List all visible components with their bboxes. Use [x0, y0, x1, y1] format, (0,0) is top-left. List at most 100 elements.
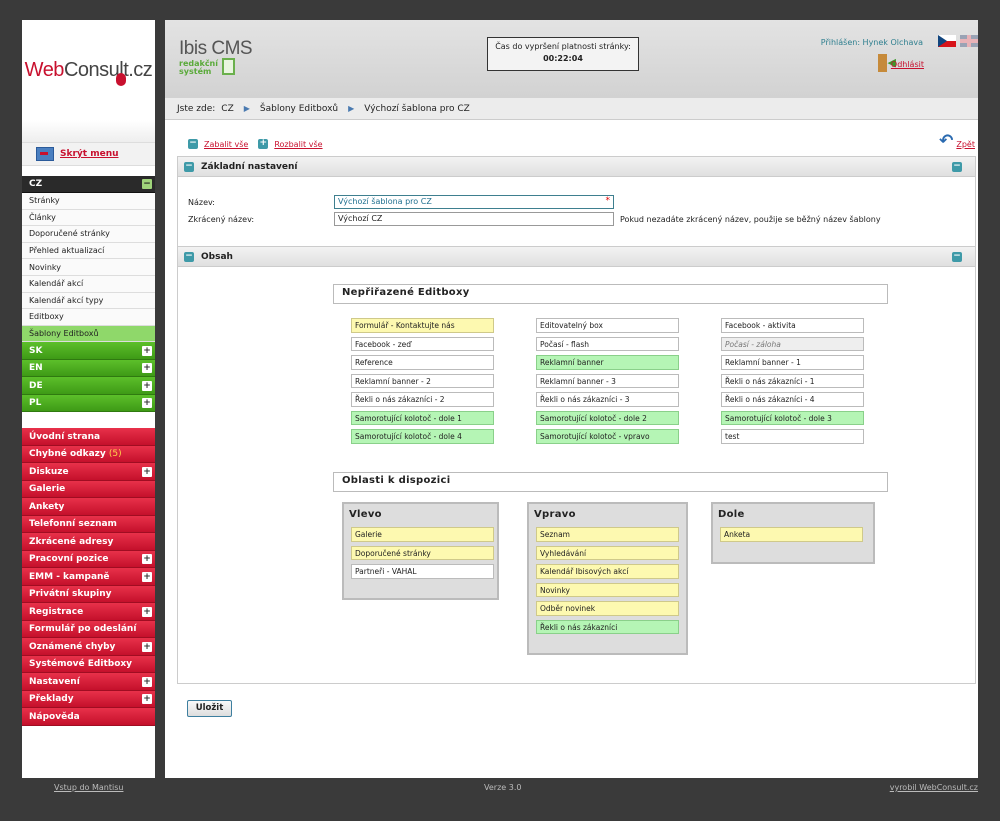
collapse-icon[interactable]: − — [952, 161, 962, 172]
sidebar-item[interactable]: Stránky — [22, 193, 155, 210]
editbox-item[interactable]: Editovatelný box — [536, 318, 679, 333]
collapse-icon[interactable]: − — [184, 161, 194, 172]
sidebar-item[interactable]: Nastavení + — [22, 673, 155, 691]
area-editbox-item[interactable]: Odběr novinek — [536, 601, 679, 616]
editbox-item[interactable]: Facebook - zeď — [351, 336, 494, 351]
expand-icon[interactable]: + — [142, 398, 152, 409]
sidebar-item[interactable]: Šablony Editboxů — [22, 325, 155, 343]
editbox-item[interactable]: Samorotující kolotoč - dole 2 — [536, 410, 679, 425]
door-icon[interactable] — [878, 54, 887, 72]
expand-icon[interactable]: + — [142, 641, 152, 652]
collapse-icon[interactable]: − — [184, 251, 194, 262]
area-editbox-item[interactable]: Novinky — [536, 582, 679, 597]
sidebar-item[interactable]: Privátní skupiny — [22, 585, 155, 604]
expand-icon[interactable]: + — [142, 466, 152, 477]
area-editbox-item[interactable]: Seznam — [536, 527, 679, 542]
editbox-item[interactable]: Samorotující kolotoč - dole 4 — [351, 429, 494, 444]
author-link[interactable]: vyrobil WebConsult.cz — [890, 783, 978, 792]
sidebar-item[interactable]: Telefonní seznam — [22, 515, 155, 534]
expand-icon[interactable]: + — [142, 380, 152, 391]
collapse-all-link[interactable]: Zabalit vše — [204, 140, 248, 149]
editbox-item[interactable]: test — [721, 429, 864, 444]
short-name-field[interactable]: Výchozí CZ — [334, 212, 614, 226]
editbox-item[interactable]: Reklamní banner - 2 — [351, 373, 494, 388]
editbox-item[interactable]: Samorotující kolotoč - vpravo — [536, 429, 679, 444]
editbox-item[interactable]: Řekli o nás zákazníci - 2 — [351, 392, 494, 407]
area-1: Vpravo Seznam Vyhledávání Kalendář Ibisovýc… — [527, 502, 688, 655]
breadcrumb-item[interactable]: Šablony Editboxů — [260, 104, 338, 114]
sidebar-lang[interactable]: EN + — [22, 359, 155, 378]
collapse-icon[interactable]: − — [142, 179, 152, 189]
sidebar-item[interactable]: Formulář po odeslání — [22, 620, 155, 639]
sidebar-item[interactable]: EMM - kampaně + — [22, 568, 155, 586]
area-editbox-item[interactable]: Kalendář Ibisových akcí — [536, 564, 679, 579]
expand-icon[interactable]: + — [142, 676, 152, 687]
hide-menu-button[interactable]: Skrýt menu — [22, 142, 155, 166]
sidebar-lang[interactable]: DE + — [22, 377, 155, 395]
areas-title: Oblasti k dispozici — [333, 472, 888, 492]
editbox-item[interactable]: Formulář - Kontaktujte nás — [351, 318, 494, 333]
editbox-item[interactable]: Reklamní banner - 1 — [721, 355, 864, 370]
sidebar-item[interactable]: Články — [22, 209, 155, 227]
sidebar-item[interactable]: Editboxy — [22, 309, 155, 326]
sidebar-item[interactable]: Oznámené chyby + — [22, 638, 155, 656]
sidebar-item[interactable]: Chybné odkazy (5) — [22, 445, 155, 464]
sidebar-item[interactable]: Registrace + — [22, 603, 155, 621]
sidebar-item[interactable]: Přehled aktualizací — [22, 242, 155, 260]
editbox-item[interactable]: Reference — [351, 355, 494, 370]
webconsult-logo[interactable]: Web Consult.cz — [22, 20, 155, 120]
expand-all-icon[interactable]: + — [258, 139, 269, 149]
flag-cz-icon[interactable] — [938, 35, 956, 47]
editbox-item[interactable]: Reklamní banner - 3 — [536, 373, 679, 388]
expand-icon[interactable]: + — [142, 363, 152, 374]
area-editbox-item[interactable]: Galerie — [351, 527, 494, 542]
collapse-all-icon[interactable]: − — [188, 139, 198, 149]
sidebar-lang-cz[interactable]: CZ − — [22, 176, 155, 193]
area-editbox-item[interactable]: Doporučené stránky — [351, 545, 494, 560]
sidebar-lang[interactable]: SK + — [22, 342, 155, 360]
sidebar-item[interactable]: Zkrácené adresy — [22, 533, 155, 551]
expand-icon[interactable]: + — [142, 606, 152, 617]
sidebar-item[interactable]: Úvodní strana — [22, 428, 155, 446]
area-editbox-item[interactable]: Řekli o nás zákazníci — [536, 619, 679, 634]
sidebar-item[interactable]: Překlady + — [22, 690, 155, 709]
collapse-icon[interactable]: − — [952, 251, 962, 262]
flag-en-icon[interactable] — [960, 35, 978, 47]
editbox-item[interactable]: Počasí - záloha — [721, 336, 864, 351]
editbox-item[interactable]: Samorotující kolotoč - dole 1 — [351, 410, 494, 425]
mantis-link[interactable]: Vstup do Mantisu — [54, 783, 123, 792]
basic-settings-header[interactable]: − Základní nastavení − — [177, 156, 976, 177]
sidebar-item[interactable]: Kalendář akcí — [22, 275, 155, 293]
sidebar-item[interactable]: Ankety — [22, 498, 155, 516]
expand-all-link[interactable]: Rozbalit vše — [274, 140, 322, 149]
sidebar-item[interactable]: Pracovní pozice + — [22, 550, 155, 569]
area-editbox-item[interactable]: Partneři - VAHAL — [351, 564, 494, 579]
expand-icon[interactable]: + — [142, 554, 152, 565]
sidebar-item[interactable]: Galerie — [22, 480, 155, 499]
name-field[interactable]: Výchozí šablona pro CZ * — [334, 195, 614, 209]
save-button[interactable]: Uložit — [187, 700, 232, 717]
sidebar-item[interactable]: Novinky — [22, 259, 155, 276]
editbox-item[interactable]: Samorotující kolotoč - dole 3 — [721, 410, 864, 425]
expand-icon[interactable]: + — [142, 694, 152, 705]
sidebar-item[interactable]: Diskuze + — [22, 463, 155, 481]
expand-icon[interactable]: + — [142, 571, 152, 582]
sidebar-item[interactable]: Kalendář akcí typy — [22, 292, 155, 310]
editbox-item[interactable]: Reklamní banner — [536, 355, 679, 370]
sidebar-item[interactable]: Nápověda — [22, 708, 155, 726]
editbox-item[interactable]: Počasí - flash — [536, 336, 679, 351]
back-button[interactable]: ↶ Zpět — [939, 133, 975, 150]
editbox-item[interactable]: Řekli o nás zákazníci - 4 — [721, 392, 864, 407]
breadcrumb-item[interactable]: CZ — [221, 104, 233, 114]
editbox-item[interactable]: Řekli o nás zákazníci - 3 — [536, 392, 679, 407]
sidebar-item[interactable]: Systémové Editboxy — [22, 655, 155, 674]
editbox-item[interactable]: Řekli o nás zákazníci - 1 — [721, 373, 864, 388]
editbox-item[interactable]: Facebook - aktivita — [721, 318, 864, 333]
expand-icon[interactable]: + — [142, 345, 152, 356]
sidebar-item[interactable]: Doporučené stránky — [22, 226, 155, 243]
area-editbox-item[interactable]: Anketa — [720, 527, 863, 542]
content-header[interactable]: − Obsah − — [177, 246, 976, 267]
area-editbox-item[interactable]: Vyhledávání — [536, 545, 679, 560]
logout-link[interactable]: Odhlásit — [891, 60, 924, 69]
sidebar-lang[interactable]: PL + — [22, 394, 155, 413]
